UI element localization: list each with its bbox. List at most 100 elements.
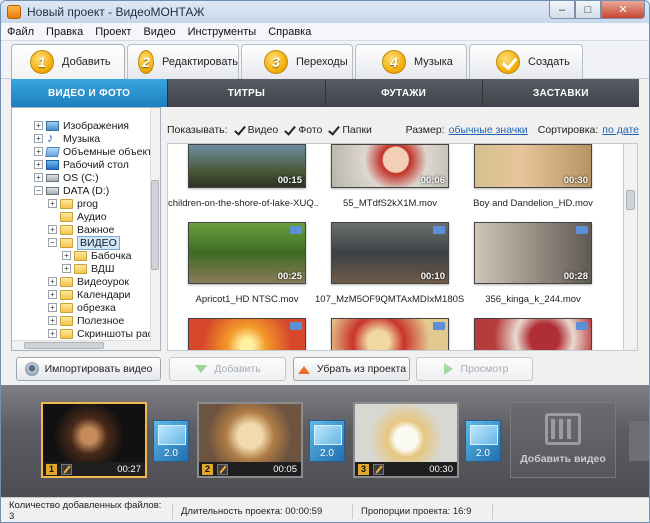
media-thumbnail[interactable]: 00:25	[188, 222, 306, 284]
transition-slot[interactable]: 2.0	[153, 420, 189, 462]
tab-music[interactable]: 4 Музыка	[355, 44, 467, 79]
edit-pencil-icon[interactable]	[217, 463, 228, 475]
folders-checkbox[interactable]: Папки	[328, 124, 372, 136]
media-thumbnail[interactable]	[474, 318, 592, 350]
sort-link[interactable]: по дате	[602, 124, 639, 136]
tab-titles[interactable]: ТИТРЫ	[168, 79, 326, 107]
collapse-icon[interactable]: −	[48, 238, 57, 247]
tree-item-important[interactable]: + Важное	[48, 223, 114, 236]
scroll-thumb[interactable]	[151, 180, 159, 270]
media-grid[interactable]: 00:15 children-on-the-shore-of-lake-XUQ.…	[167, 143, 624, 351]
clip-number: 3	[358, 463, 369, 475]
folder-icon	[60, 211, 73, 222]
grid-vertical-scrollbar[interactable]	[624, 143, 638, 351]
tree-item-desktop[interactable]: + Рабочий стол	[34, 158, 129, 171]
media-subtabs: ВИДЕО И ФОТО ТИТРЫ ФУТАЖИ ЗАСТАВКИ	[11, 79, 639, 107]
tree-item-3d-objects[interactable]: + Объемные объекты	[34, 145, 160, 158]
expand-icon[interactable]: +	[48, 316, 57, 325]
clip-number: 2	[202, 463, 213, 475]
close-button[interactable]: ✕	[601, 1, 645, 19]
app-logo-icon	[7, 5, 21, 19]
expand-icon[interactable]: +	[34, 160, 43, 169]
expand-icon[interactable]: +	[48, 303, 57, 312]
tree-vertical-scrollbar[interactable]	[150, 108, 160, 350]
size-link[interactable]: обычные значки	[449, 124, 528, 136]
menu-file[interactable]: Файл	[1, 26, 40, 38]
media-filename: 107_MzM5OF9QMTAxMDIxM180S...	[315, 294, 465, 305]
menu-tools[interactable]: Инструменты	[182, 26, 263, 38]
tree-item-useful[interactable]: + Полезное	[48, 314, 124, 327]
folder-icon	[60, 302, 73, 313]
tree-item-video[interactable]: − ВИДЕО	[48, 235, 120, 250]
tab-transitions[interactable]: 3 Переходы	[241, 44, 353, 79]
expand-icon[interactable]: +	[62, 264, 71, 273]
expand-icon[interactable]: +	[48, 290, 57, 299]
import-video-button[interactable]: Импортировать видео	[16, 357, 161, 381]
expand-icon[interactable]: +	[34, 134, 43, 143]
tree-item-butterfly[interactable]: + Бабочка	[62, 249, 132, 262]
tab-footage[interactable]: ФУТАЖИ	[326, 79, 483, 107]
collapse-icon[interactable]: −	[34, 186, 43, 195]
tree-item-audio[interactable]: Аудио	[60, 210, 107, 223]
add-button[interactable]: Добавить	[169, 357, 286, 381]
tab-edit[interactable]: 2 Редактировать	[127, 44, 239, 79]
menu-video[interactable]: Видео	[137, 26, 181, 38]
folder-tree[interactable]: + Изображения + Музыка + Объемные объекты +…	[11, 107, 161, 351]
add-video-slot[interactable]: Добавить видео	[510, 402, 616, 478]
tree-horizontal-scrollbar[interactable]	[12, 340, 151, 350]
expand-icon[interactable]: +	[34, 147, 43, 156]
tree-item-label: OS (C:)	[63, 171, 99, 184]
tab-create[interactable]: Создать	[469, 44, 583, 79]
expand-icon[interactable]: +	[48, 225, 57, 234]
scroll-thumb[interactable]	[24, 342, 104, 349]
video-checkbox[interactable]: Видео	[234, 124, 279, 136]
tree-item-trim[interactable]: + обрезка	[48, 301, 116, 314]
media-filename: Boy and Dandelion_HD.mov	[473, 198, 593, 209]
tree-item-drive-c[interactable]: + OS (C:)	[34, 171, 99, 184]
expand-icon[interactable]: +	[62, 251, 71, 260]
preview-button[interactable]: Просмотр	[416, 357, 533, 381]
tree-item-videolesson[interactable]: + Видеоурок	[48, 275, 129, 288]
scroll-thumb[interactable]	[626, 190, 635, 210]
thumbnail-duration: 00:15	[277, 175, 302, 186]
expand-icon[interactable]: +	[48, 329, 57, 338]
expand-icon[interactable]: +	[34, 173, 43, 182]
menu-help[interactable]: Справка	[262, 26, 317, 38]
timeline-clip[interactable]: 3 00:30	[353, 402, 459, 478]
edit-pencil-icon[interactable]	[61, 463, 72, 475]
media-thumbnail[interactable]: 00:10	[331, 222, 449, 284]
tree-item-screenshots[interactable]: + Скриншоты рассь	[48, 327, 160, 340]
media-thumbnail[interactable]	[188, 318, 306, 350]
transition-slot[interactable]: 2.0	[465, 420, 501, 462]
expand-icon[interactable]: +	[48, 199, 57, 208]
tree-item-music[interactable]: + Музыка	[34, 130, 100, 145]
tree-item-drive-d[interactable]: − DATA (D:)	[34, 184, 109, 197]
media-thumbnail[interactable]: 00:28	[474, 222, 592, 284]
photo-checkbox[interactable]: Фото	[284, 124, 322, 136]
media-thumbnail[interactable]: 00:30	[474, 144, 592, 188]
tree-item-calendars[interactable]: + Календари	[48, 288, 130, 301]
media-thumbnail[interactable]: 00:15	[188, 144, 306, 188]
remove-from-project-button[interactable]: Убрать из проекта	[293, 357, 410, 381]
edit-pencil-icon[interactable]	[373, 463, 384, 475]
drive-icon	[46, 186, 59, 195]
tab-video-photo[interactable]: ВИДЕО И ФОТО	[11, 79, 169, 107]
tab-add[interactable]: 1 Добавить	[11, 44, 125, 79]
tree-item-vdsh[interactable]: + ВДШ	[62, 262, 115, 275]
transition-slot[interactable]: 2.0	[309, 420, 345, 462]
minimize-button[interactable]: –	[549, 1, 575, 19]
desktop-icon	[46, 159, 59, 170]
menu-project[interactable]: Проект	[89, 26, 137, 38]
media-thumbnail[interactable]: 00:06	[331, 144, 449, 188]
expand-icon[interactable]: +	[34, 121, 43, 130]
maximize-button[interactable]: □	[575, 1, 601, 19]
tree-item-label: Аудио	[77, 210, 107, 223]
tab-intros[interactable]: ЗАСТАВКИ	[483, 79, 639, 107]
tree-item-prog[interactable]: + prog	[48, 197, 98, 210]
expand-icon[interactable]: +	[48, 277, 57, 286]
timeline-clip[interactable]: 1 00:27	[41, 402, 147, 478]
timeline-clip[interactable]: 2 00:05	[197, 402, 303, 478]
timeline-scroll-right[interactable]	[629, 421, 649, 461]
media-thumbnail[interactable]	[331, 318, 449, 350]
menu-edit[interactable]: Правка	[40, 26, 89, 38]
